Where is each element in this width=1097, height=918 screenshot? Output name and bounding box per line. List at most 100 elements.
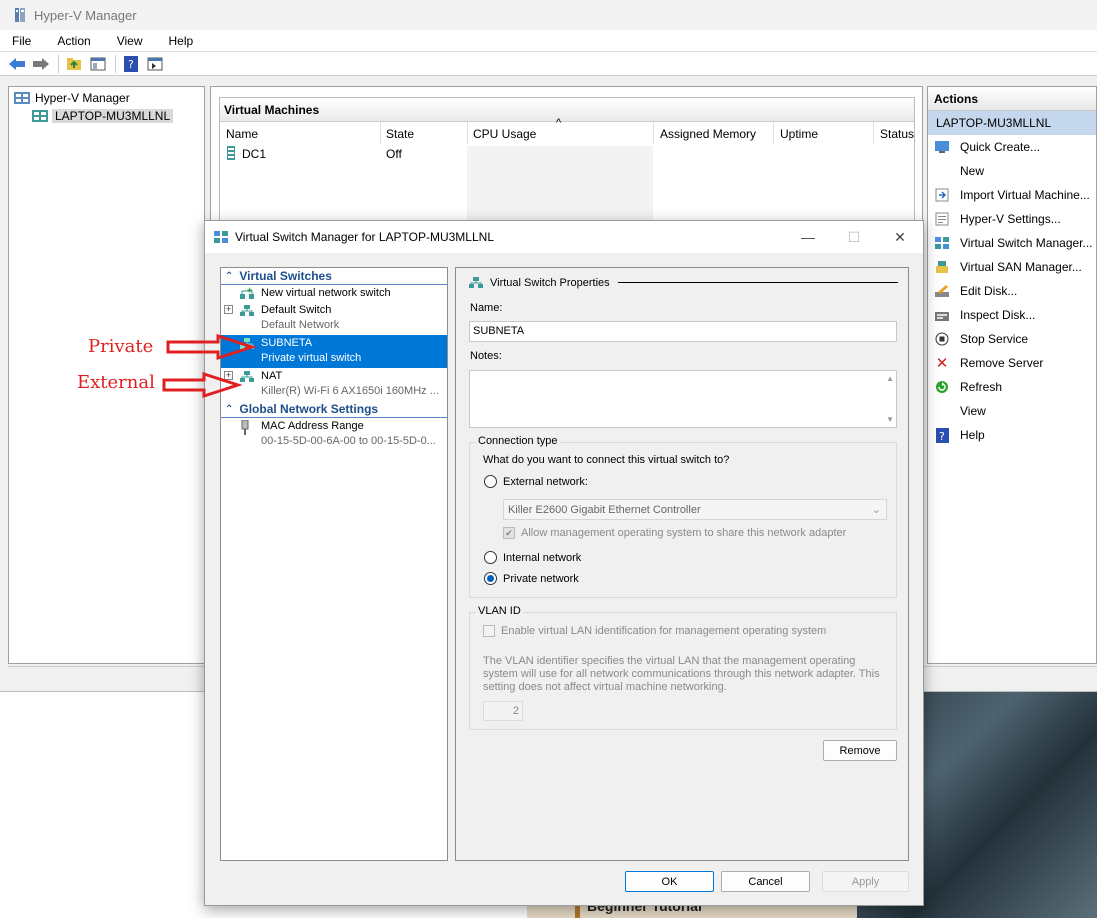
vlan-enable-checkbox[interactable]: Enable virtual LAN identification for ma… <box>483 625 826 637</box>
internal-network-radio[interactable]: Internal network <box>484 551 581 564</box>
allow-mgmt-checkbox[interactable]: ✔ Allow management operating system to s… <box>503 527 846 539</box>
network-switch-icon <box>239 304 255 320</box>
action-quick-create[interactable]: Quick Create... <box>928 135 1096 159</box>
chevron-down-icon: ⌄ <box>871 504 881 516</box>
tree-host[interactable]: LAPTOP-MU3MLLNL <box>9 107 204 125</box>
section-label: Global Network Settings <box>239 402 379 416</box>
import-icon <box>934 187 950 203</box>
col-status[interactable]: Status <box>880 127 914 141</box>
apply-button[interactable]: Apply <box>822 871 909 892</box>
action-import-vm[interactable]: Import Virtual Machine... <box>928 183 1096 207</box>
hyperv-app-icon <box>12 7 28 23</box>
section-label: Virtual Switches <box>239 269 332 283</box>
name-label: Name: <box>470 302 503 314</box>
window-title: Hyper-V Manager <box>34 7 137 23</box>
name-input[interactable]: SUBNETA <box>469 321 897 342</box>
col-uptime[interactable]: Uptime <box>780 127 818 141</box>
action-virtual-san-manager[interactable]: Virtual SAN Manager... <box>928 255 1096 279</box>
actions-pane: Actions LAPTOP-MU3MLLNL Quick Create... … <box>927 86 1097 664</box>
switch-default[interactable]: + Default Switch Default Network <box>221 302 447 335</box>
menu-file[interactable]: File <box>8 34 35 48</box>
remove-button[interactable]: Remove <box>823 740 897 761</box>
remove-icon: ✕ <box>935 355 949 372</box>
menu-help[interactable]: Help <box>165 34 198 48</box>
show-action-pane-button[interactable] <box>144 54 166 74</box>
settings-icon <box>934 211 950 227</box>
cancel-button[interactable]: Cancel <box>721 871 810 892</box>
action-label: Refresh <box>960 380 1003 394</box>
action-pane-icon <box>147 57 163 70</box>
private-network-radio[interactable]: Private network <box>484 572 579 585</box>
action-label: Stop Service <box>960 332 1029 346</box>
section-virtual-switches[interactable]: ⌃ Virtual Switches <box>221 268 447 285</box>
scroll-up-icon[interactable]: ▲ <box>886 374 894 383</box>
close-button[interactable]: ✕ <box>877 229 923 246</box>
col-state[interactable]: State <box>386 127 414 141</box>
action-new[interactable]: New <box>928 159 1096 183</box>
col-cpu-usage[interactable]: CPU Usage <box>473 127 536 141</box>
tree-root[interactable]: Hyper-V Manager <box>9 89 204 107</box>
switch-desc: Private virtual switch <box>261 352 362 364</box>
switch-name: NAT <box>261 370 283 382</box>
folder-up-icon <box>67 57 81 70</box>
switch-icon <box>934 235 950 251</box>
actions-host-header[interactable]: LAPTOP-MU3MLLNL <box>928 111 1096 135</box>
inspect-disk-icon <box>934 307 950 323</box>
action-label: Virtual SAN Manager... <box>960 260 1082 274</box>
action-help[interactable]: ? Help <box>928 423 1096 447</box>
forward-button[interactable] <box>30 54 52 74</box>
new-switch-icon: + <box>239 285 255 303</box>
menu-view[interactable]: View <box>113 34 147 48</box>
external-network-radio[interactable]: External network: <box>484 475 588 488</box>
svg-text:?: ? <box>939 430 945 443</box>
action-remove-server[interactable]: ✕ Remove Server <box>928 351 1096 375</box>
network-switch-icon <box>469 277 483 288</box>
vm-state: Off <box>386 147 402 161</box>
switch-properties-pane: Virtual Switch Properties Name: SUBNETA … <box>455 267 909 861</box>
back-button[interactable] <box>6 54 28 74</box>
up-folder-button[interactable] <box>63 54 85 74</box>
action-label: Inspect Disk... <box>960 308 1036 322</box>
maximize-button[interactable]: ☐ <box>831 229 877 246</box>
mac-address-range-item[interactable]: MAC Address Range 00-15-5D-00-6A-00 to 0… <box>221 418 447 451</box>
scroll-down-icon[interactable]: ▼ <box>886 415 894 424</box>
notes-textarea[interactable]: ▲ ▼ <box>469 370 897 428</box>
action-label: Quick Create... <box>960 140 1041 154</box>
new-switch-label: New virtual network switch <box>261 287 391 299</box>
checkbox-label: Enable virtual LAN identification for ma… <box>501 625 827 637</box>
adapter-select[interactable]: Killer E2600 Gigabit Ethernet Controller… <box>503 499 887 520</box>
help-toolbar-button[interactable]: ? <box>120 54 142 74</box>
action-virtual-switch-manager[interactable]: Virtual Switch Manager... <box>928 231 1096 255</box>
action-stop-service[interactable]: Stop Service <box>928 327 1096 351</box>
properties-header: Virtual Switch Properties <box>468 276 898 289</box>
action-inspect-disk[interactable]: Inspect Disk... <box>928 303 1096 327</box>
ok-button[interactable]: OK <box>625 871 714 892</box>
show-hide-tree-button[interactable] <box>87 54 109 74</box>
section-global-network-settings[interactable]: ⌃ Global Network Settings <box>221 401 447 418</box>
vm-icon <box>227 146 235 160</box>
menu-action[interactable]: Action <box>53 34 94 48</box>
action-view[interactable]: View <box>928 399 1096 423</box>
san-icon <box>934 259 950 275</box>
virtual-switch-manager-dialog: Virtual Switch Manager for LAPTOP-MU3MLL… <box>204 220 924 906</box>
action-hyperv-settings[interactable]: Hyper-V Settings... <box>928 207 1096 231</box>
vlan-id-input[interactable]: 2 <box>483 701 523 721</box>
switch-desc: Killer(R) Wi-Fi 6 AX1650i 160MHz ... <box>261 385 439 397</box>
switch-name: SUBNETA <box>261 337 313 349</box>
action-refresh[interactable]: Refresh <box>928 375 1096 399</box>
minimize-button[interactable]: — <box>785 229 831 246</box>
radio-label: External network: <box>503 475 588 488</box>
vm-row[interactable]: DC1 Off <box>220 144 914 164</box>
help-icon: ? <box>934 427 950 443</box>
col-assigned-memory[interactable]: Assigned Memory <box>660 127 756 141</box>
col-name[interactable]: Name <box>226 127 258 141</box>
hyperv-manager-icon <box>14 92 30 104</box>
action-edit-disk[interactable]: Edit Disk... <box>928 279 1096 303</box>
radio-label: Internal network <box>503 551 582 564</box>
annotation-arrow-private-icon <box>166 333 257 361</box>
server-icon <box>32 110 48 122</box>
new-switch-item[interactable]: + New virtual network switch <box>221 285 447 302</box>
switch-nat[interactable]: + NAT Killer(R) Wi-Fi 6 AX1650i 160MHz .… <box>221 368 447 401</box>
vlan-title: VLAN ID <box>476 605 523 617</box>
expand-icon[interactable]: + <box>224 305 233 314</box>
